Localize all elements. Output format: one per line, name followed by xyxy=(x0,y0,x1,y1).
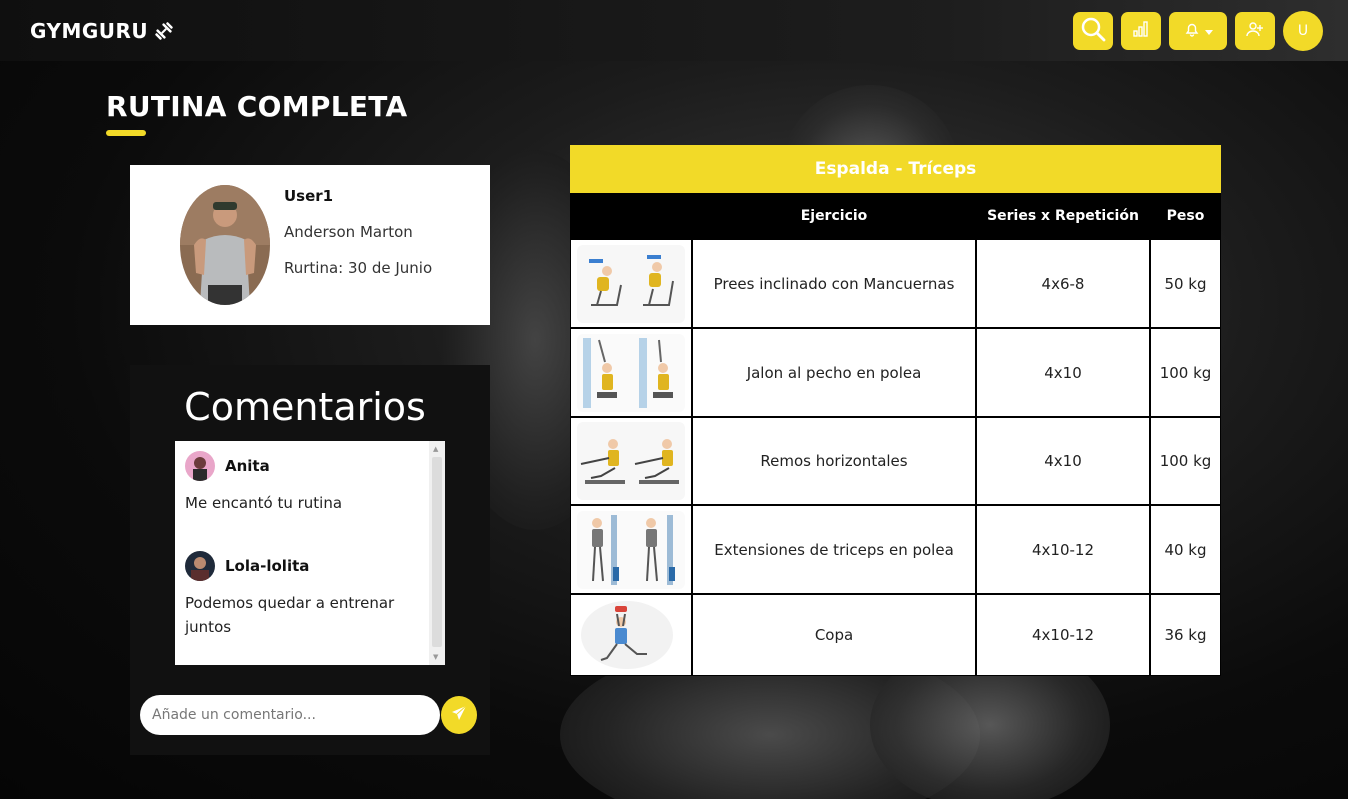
scroll-up-arrow-icon[interactable]: ▲ xyxy=(433,445,438,453)
page-title: RUTINA COMPLETA xyxy=(106,90,408,123)
paper-plane-icon xyxy=(451,705,467,725)
profile-full-name: Anderson Marton xyxy=(284,223,413,241)
scroll-down-arrow-icon[interactable]: ▼ xyxy=(433,653,438,661)
comment-text: Podemos quedar a entrenar juntos xyxy=(185,594,395,636)
exercise-series: 4x10 xyxy=(977,329,1149,416)
exercise-series: 4x10 xyxy=(977,418,1149,504)
exercise-name: Jalon al pecho en polea xyxy=(693,329,975,416)
exercise-illustration xyxy=(577,510,685,589)
exercise-weight: 100 kg xyxy=(1151,329,1220,416)
comment-input[interactable] xyxy=(140,695,440,735)
routine-title: Espalda - Tríceps xyxy=(570,145,1221,193)
exercise-illustration xyxy=(577,422,685,500)
profile-avatar xyxy=(180,185,270,305)
profile-routine-date: Rurtina: 30 de Junio xyxy=(284,259,433,277)
send-comment-button[interactable] xyxy=(441,696,477,734)
table-row: Copa 4x10-12 36 kg xyxy=(570,594,1221,676)
exercise-illustration xyxy=(577,333,685,412)
column-header-weight: Peso xyxy=(1166,208,1205,224)
exercise-illustration xyxy=(577,244,685,323)
exercise-weight: 40 kg xyxy=(1151,506,1220,593)
routine-table: Espalda - Tríceps Ejercicio Series x Rep… xyxy=(570,145,1221,676)
comment-author[interactable]: Anita xyxy=(225,457,270,475)
comment-item: Anita Me encantó tu rutina xyxy=(185,451,425,515)
exercise-image-cell xyxy=(571,240,691,327)
comment-avatar xyxy=(185,551,215,581)
column-header-image xyxy=(570,193,692,239)
search-icon xyxy=(1080,16,1106,46)
title-underline xyxy=(106,130,146,136)
profile-username: User1 xyxy=(284,187,334,205)
user-initial: U xyxy=(1297,22,1309,39)
exercise-series: 4x10-12 xyxy=(977,595,1149,675)
profile-info: User1 Anderson Marton Rurtina: 30 de Jun… xyxy=(284,187,432,277)
exercise-series: 4x10-12 xyxy=(977,506,1149,593)
column-header-exercise: Ejercicio xyxy=(800,208,868,224)
search-button[interactable] xyxy=(1073,11,1113,50)
exercise-name: Copa xyxy=(693,595,975,675)
table-row: Prees inclinado con Mancuernas 4x6-8 50 … xyxy=(570,239,1221,328)
comment-avatar xyxy=(185,451,215,481)
table-row: Jalon al pecho en polea 4x10 100 kg xyxy=(570,328,1221,417)
exercise-image-cell xyxy=(571,418,691,504)
routine-header-row: Ejercicio Series x Repetición Peso xyxy=(570,193,1221,239)
comments-heading: Comentarios xyxy=(184,385,426,429)
exercise-weight: 36 kg xyxy=(1151,595,1220,675)
stats-button[interactable] xyxy=(1121,11,1161,50)
column-header-series: Series x Repetición xyxy=(987,208,1139,224)
exercise-name: Prees inclinado con Mancuernas xyxy=(693,240,975,327)
table-row: Extensiones de triceps en polea 4x10-12 … xyxy=(570,505,1221,594)
profile-card: User1 Anderson Marton Rurtina: 30 de Jun… xyxy=(130,165,490,325)
comment-text: Me encantó tu rutina xyxy=(185,494,343,512)
bell-icon xyxy=(1184,21,1200,41)
add-user-button[interactable] xyxy=(1235,11,1275,50)
exercise-image-cell xyxy=(571,329,691,416)
exercise-weight: 100 kg xyxy=(1151,418,1220,504)
comment-author[interactable]: Lola-lolita xyxy=(225,557,309,575)
comments-scrollbar[interactable]: ▲ ▼ xyxy=(429,441,445,665)
table-row: Remos horizontales 4x10 100 kg xyxy=(570,417,1221,505)
comments-panel: Comentarios Anita Me encantó tu rutina L… xyxy=(130,365,490,755)
exercise-series: 4x6-8 xyxy=(977,240,1149,327)
user-plus-icon xyxy=(1246,21,1264,41)
brand-name: GYMGURU xyxy=(30,18,149,43)
bar-chart-icon xyxy=(1133,20,1149,41)
user-avatar-button[interactable]: U xyxy=(1283,10,1323,51)
caret-down-icon xyxy=(1204,21,1213,40)
notifications-dropdown[interactable] xyxy=(1169,11,1227,50)
comment-item: Lola-lolita Podemos quedar a entrenar ju… xyxy=(185,551,425,639)
navbar: GYMGURU U xyxy=(0,0,1348,61)
exercise-illustration xyxy=(581,601,673,669)
exercise-name: Extensiones de triceps en polea xyxy=(693,506,975,593)
comments-list[interactable]: Anita Me encantó tu rutina Lola-lolita P… xyxy=(175,441,445,665)
brand-logo[interactable]: GYMGURU xyxy=(30,19,176,43)
exercise-image-cell xyxy=(571,506,691,593)
nav-actions: U xyxy=(1073,10,1323,51)
exercise-weight: 50 kg xyxy=(1151,240,1220,327)
exercise-image-cell xyxy=(571,595,691,675)
dumbbell-icon xyxy=(154,20,176,42)
exercise-name: Remos horizontales xyxy=(693,418,975,504)
scrollbar-thumb[interactable] xyxy=(432,457,442,647)
